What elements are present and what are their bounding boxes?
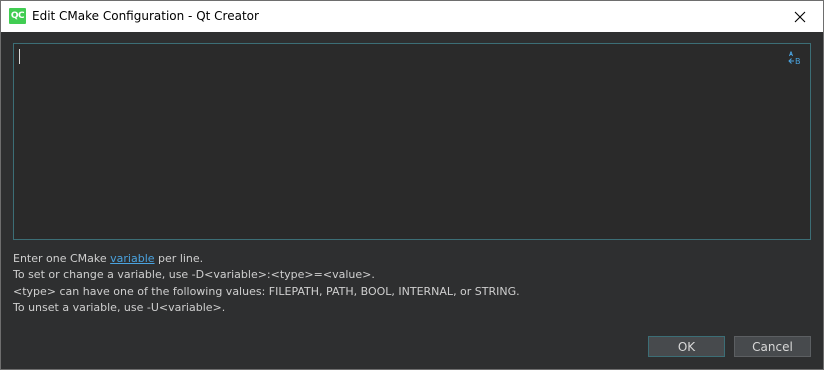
ok-button[interactable]: OK [648, 336, 725, 357]
title-bar: QC Edit CMake Configuration - Qt Creator [1, 1, 823, 32]
svg-text:B: B [795, 57, 801, 66]
window-title: Edit CMake Configuration - Qt Creator [32, 9, 259, 23]
text-case-icon[interactable]: B [786, 50, 804, 66]
help-line-3: <type> can have one of the following val… [13, 284, 520, 298]
cancel-button[interactable]: Cancel [734, 336, 811, 357]
help-line-2: To set or change a variable, use -D<vari… [13, 268, 375, 282]
variable-link[interactable]: variable [110, 252, 154, 265]
edit-cmake-configuration-dialog: QC Edit CMake Configuration - Qt Creator… [0, 0, 824, 370]
close-button[interactable] [777, 1, 823, 32]
text-caret [19, 49, 20, 64]
help-line-4: To unset a variable, use -U<variable>. [13, 300, 226, 314]
cmake-configuration-editor[interactable]: B [13, 43, 811, 240]
help-line-1: Enter one CMake variable per line. [13, 252, 204, 265]
qt-creator-icon: QC [9, 8, 26, 24]
close-icon [794, 11, 806, 22]
help-text: Enter one CMake variable per line. To se… [13, 251, 520, 316]
